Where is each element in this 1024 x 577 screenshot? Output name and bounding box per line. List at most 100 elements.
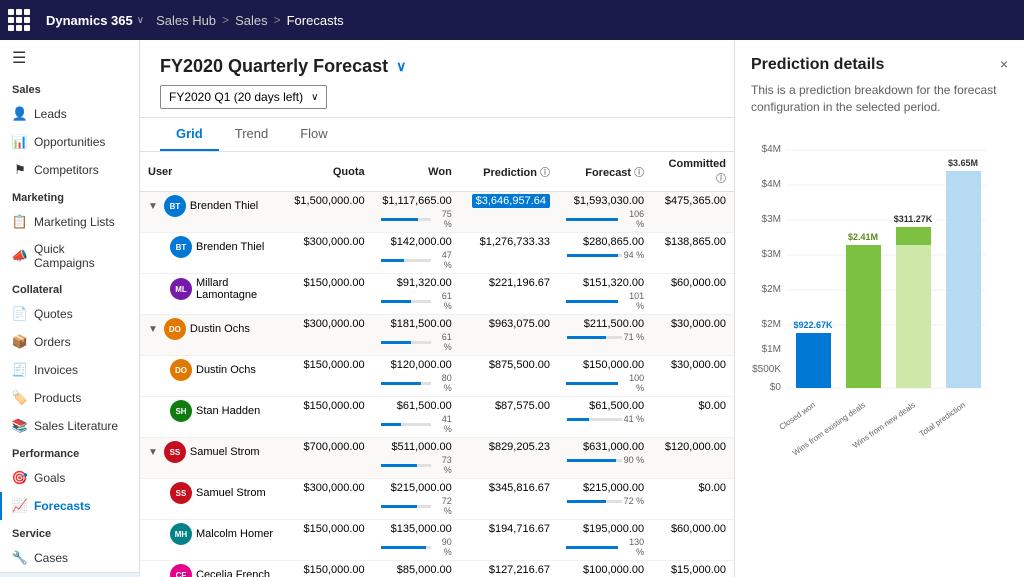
table-row[interactable]: CF Cecelia French $150,000.00 $85,000.00… — [140, 561, 734, 577]
svg-text:$3.65M: $3.65M — [948, 158, 978, 168]
sidebar-item-competitors[interactable]: ⚑ Competitors — [0, 156, 139, 184]
table-row[interactable]: ▼ SS Samuel Strom $700,000.00 $511,000.0… — [140, 438, 734, 479]
tab-grid[interactable]: Grid — [160, 118, 219, 151]
table-row[interactable]: MH Malcolm Homer $150,000.00 $135,000.00… — [140, 520, 734, 561]
invoices-icon: 🧾 — [12, 362, 28, 378]
forecast-cell: $151,320.00 101 % — [558, 274, 652, 315]
prediction-cell: $963,075.00 — [460, 315, 558, 356]
forecast-cell: $211,500.00 71 % — [558, 315, 652, 356]
quota-cell: $300,000.00 — [281, 479, 372, 520]
avatar: BT — [164, 195, 186, 217]
sidebar-item-leads[interactable]: 👤 Leads — [0, 100, 139, 128]
sidebar-item-forecasts[interactable]: 📈 Forecasts — [0, 492, 139, 520]
won-cell: $91,320.00 61 % — [373, 274, 460, 315]
table-row[interactable]: SH Stan Hadden $150,000.00 $61,500.00 41… — [140, 397, 734, 438]
sidebar-item-sales-literature[interactable]: 📚 Sales Literature — [0, 412, 139, 440]
sidebar-item-opportunities[interactable]: 📊 Opportunities — [0, 128, 139, 156]
table-row[interactable]: ▼ BT Brenden Thiel $1,500,000.00 $1,117,… — [140, 192, 734, 233]
user-name: Millard Lamontagne — [196, 277, 273, 301]
app-chevron-icon[interactable]: ∨ — [137, 15, 144, 26]
col-header-committed: Committed ⓘ — [652, 152, 734, 192]
avatar: BT — [170, 236, 192, 258]
top-nav: Dynamics 365 ∨ Sales Hub > Sales > Forec… — [0, 0, 1024, 40]
prediction-cell: $221,196.67 — [460, 274, 558, 315]
sidebar-item-quick-campaigns[interactable]: 📣 Quick Campaigns — [0, 236, 139, 276]
sidebar-item-goals[interactable]: 🎯 Goals — [0, 464, 139, 492]
user-cell: ▼ SS Samuel Strom — [140, 438, 281, 479]
col-header-won: Won — [373, 152, 460, 192]
sidebar-section-collateral: Collateral — [0, 276, 139, 300]
hub-name[interactable]: Sales Hub — [156, 13, 216, 28]
table-row[interactable]: DO Dustin Ochs $150,000.00 $120,000.00 8… — [140, 356, 734, 397]
svg-text:$3M: $3M — [762, 214, 781, 225]
sidebar-item-marketing-lists[interactable]: 📋 Marketing Lists — [0, 208, 139, 236]
sidebar-item-invoices[interactable]: 🧾 Invoices — [0, 356, 139, 384]
grid-icon — [8, 9, 30, 31]
row-expander[interactable]: ▼ — [148, 201, 158, 212]
prediction-cell: $875,500.00 — [460, 356, 558, 397]
tab-trend[interactable]: Trend — [219, 118, 284, 151]
forecast-cell: $1,593,030.00 106 % — [558, 192, 652, 233]
table-row[interactable]: ML Millard Lamontagne $150,000.00 $91,32… — [140, 274, 734, 315]
forecast-title-text: FY2020 Quarterly Forecast — [160, 56, 388, 77]
quota-cell: $150,000.00 — [281, 274, 372, 315]
svg-text:Closed won: Closed won — [778, 400, 817, 431]
table-row[interactable]: BT Brenden Thiel $300,000.00 $142,000.00… — [140, 233, 734, 274]
svg-text:$311.27K: $311.27K — [894, 214, 933, 224]
sidebar-bottom-sales[interactable]: S Sales ⬆ — [0, 573, 139, 577]
won-cell: $61,500.00 41 % — [373, 397, 460, 438]
prediction-details-panel: Prediction details × This is a predictio… — [734, 40, 1024, 577]
sidebar-item-orders[interactable]: 📦 Orders — [0, 328, 139, 356]
svg-text:$4M: $4M — [762, 144, 781, 155]
prediction-highlighted: $3,646,957.64 — [472, 194, 550, 208]
row-expander[interactable]: ▼ — [148, 324, 158, 335]
table-row[interactable]: ▼ DO Dustin Ochs $300,000.00 $181,500.00… — [140, 315, 734, 356]
tab-flow[interactable]: Flow — [284, 118, 343, 151]
breadcrumb-forecasts[interactable]: Forecasts — [287, 13, 344, 28]
user-cell: SH Stan Hadden — [140, 397, 281, 438]
sidebar-item-products[interactable]: 🏷️ Products — [0, 384, 139, 412]
table-row[interactable]: SS Samuel Strom $300,000.00 $215,000.00 … — [140, 479, 734, 520]
committed-cell: $15,000.00 — [652, 561, 734, 577]
period-value: FY2020 Q1 (20 days left) — [169, 90, 303, 104]
row-expander[interactable]: ▼ — [148, 447, 158, 458]
committed-cell: $60,000.00 — [652, 274, 734, 315]
period-selector: FY2020 Q1 (20 days left) ∨ — [160, 85, 714, 109]
forecast-info-icon: ⓘ — [634, 168, 644, 179]
hamburger-button[interactable]: ☰ — [0, 40, 139, 76]
user-name: Dustin Ochs — [190, 323, 250, 335]
leads-icon: 👤 — [12, 106, 28, 122]
prediction-info-icon: ⓘ — [540, 168, 550, 179]
dropdown-chevron-icon: ∨ — [311, 92, 318, 103]
panel-header: Prediction details × — [751, 56, 1008, 74]
user-cell: DO Dustin Ochs — [140, 356, 281, 397]
panel-subtitle: This is a prediction breakdown for the f… — [751, 82, 1008, 116]
breadcrumb-sales[interactable]: Sales — [235, 13, 268, 28]
won-cell: $135,000.00 90 % — [373, 520, 460, 561]
sidebar-item-cases[interactable]: 🔧 Cases — [0, 544, 139, 572]
quota-cell: $300,000.00 — [281, 233, 372, 274]
main-layout: ☰ Sales 👤 Leads 📊 Opportunities ⚑ Compet… — [0, 40, 1024, 577]
tab-bar: Grid Trend Flow — [140, 118, 734, 152]
col-header-quota: Quota — [281, 152, 372, 192]
prediction-cell: $829,205.23 — [460, 438, 558, 479]
won-cell: $215,000.00 72 % — [373, 479, 460, 520]
user-name: Brenden Thiel — [190, 200, 258, 212]
app-name[interactable]: Dynamics 365 — [46, 13, 133, 28]
competitors-icon: ⚑ — [12, 162, 28, 178]
prediction-cell: $87,575.00 — [460, 397, 558, 438]
avatar: SH — [170, 400, 192, 422]
committed-cell: $0.00 — [652, 397, 734, 438]
prediction-cell: $194,716.67 — [460, 520, 558, 561]
won-cell: $120,000.00 80 % — [373, 356, 460, 397]
panel-close-button[interactable]: × — [1000, 56, 1008, 72]
sidebar-item-quotes[interactable]: 📄 Quotes — [0, 300, 139, 328]
user-cell: ▼ BT Brenden Thiel — [140, 192, 281, 233]
quick-campaigns-icon: 📣 — [12, 248, 28, 264]
won-cell: $85,000.00 57 % — [373, 561, 460, 577]
quota-cell: $1,500,000.00 — [281, 192, 372, 233]
apps-grid-button[interactable] — [8, 5, 38, 35]
forecast-title-chevron[interactable]: ∨ — [396, 58, 406, 75]
prediction-cell: $1,276,733.33 — [460, 233, 558, 274]
period-dropdown[interactable]: FY2020 Q1 (20 days left) ∨ — [160, 85, 327, 109]
